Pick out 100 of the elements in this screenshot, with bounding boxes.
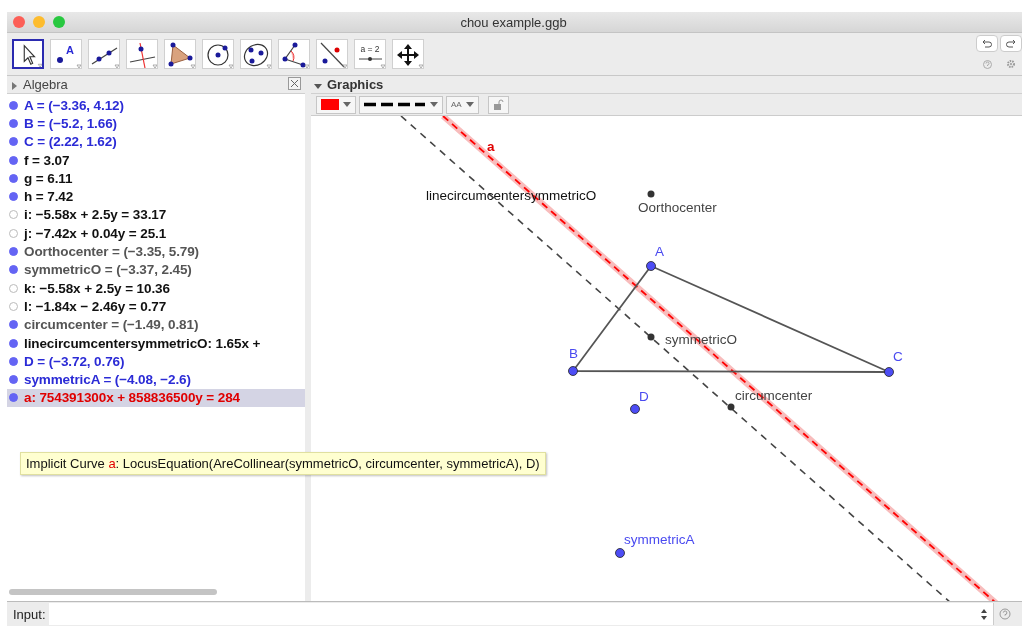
- input-label: Input:: [12, 606, 47, 622]
- visibility-dot[interactable]: [9, 228, 18, 238]
- point-label: circumcenter: [735, 388, 813, 403]
- algebra-item[interactable]: l: −1.84x − 2.46y = 0.77: [7, 297, 305, 316]
- algebra-text: i: −5.58x + 2.5y = 33.17: [24, 207, 167, 223]
- algebra-text: a: 754391300x + 858836500y = 284: [24, 390, 240, 406]
- algebra-text: Oorthocenter = (−3.35, 5.79): [24, 244, 200, 259]
- panel-title: Graphics: [327, 77, 384, 92]
- algebra-item[interactable]: j: −7.42x + 0.04y = 25.1: [7, 224, 305, 243]
- visibility-dot[interactable]: [9, 118, 18, 128]
- point[interactable]: [646, 261, 656, 271]
- point-label: B: [569, 346, 578, 361]
- line-style-button[interactable]: [359, 95, 443, 114]
- visibility-dot[interactable]: [9, 301, 18, 311]
- point[interactable]: [727, 403, 735, 411]
- settings-icon: [1006, 59, 1016, 69]
- tooltip: Implicit Curve a: LocusEquation(AreCollinear(symmetricO, circumcenter, symmetricA), D): [20, 452, 546, 475]
- algebra-text: symmetricA = (−4.08, −2.6): [24, 372, 191, 388]
- visibility-dot[interactable]: [9, 192, 18, 202]
- visibility-dot[interactable]: [9, 247, 18, 256]
- point[interactable]: [647, 190, 655, 198]
- point-label: C: [893, 349, 903, 364]
- point[interactable]: [884, 367, 894, 377]
- caret-icon: [430, 102, 438, 107]
- undo-icon: [982, 39, 992, 48]
- visibility-dot[interactable]: [9, 100, 18, 110]
- algebra-item[interactable]: symmetricO = (−3.37, 2.45): [7, 260, 305, 279]
- visibility-dot[interactable]: [9, 320, 18, 330]
- point-label: a: [487, 139, 495, 154]
- algebra-text: B = (−5.2, 1.66): [24, 115, 117, 131]
- algebra-item[interactable]: A = (−3.36, 4.12): [7, 96, 305, 115]
- tool-button[interactable]: a = 2: [354, 39, 386, 69]
- algebra-text: linecircumcentersymmetricO: 1.65x +: [24, 335, 261, 351]
- algebra-item[interactable]: f = 3.07: [7, 150, 305, 170]
- point[interactable]: [615, 548, 625, 558]
- visibility-dot[interactable]: [9, 155, 18, 165]
- redo-button[interactable]: [1000, 35, 1022, 52]
- algebra-text: k: −5.58x + 2.5y = 10.36: [24, 280, 170, 296]
- algebra-item[interactable]: i: −5.58x + 2.5y = 33.17: [7, 205, 305, 225]
- algebra-item[interactable]: Oorthocenter = (−3.35, 5.79): [7, 242, 305, 261]
- window-title: chou example.ggb: [460, 14, 568, 30]
- algebra-item[interactable]: B = (−5.2, 1.66): [7, 114, 305, 133]
- algebra-item[interactable]: symmetricA = (−4.08, −2.6): [7, 370, 305, 389]
- algebra-item[interactable]: D = (−3.72, 0.76): [7, 352, 305, 371]
- visibility-dot[interactable]: [9, 356, 18, 366]
- text-size-button[interactable]: AA: [446, 95, 479, 114]
- scrollbar-thumb[interactable]: [9, 589, 217, 595]
- algebra-item[interactable]: h = 7.42: [7, 187, 305, 206]
- panel-title: Algebra: [23, 77, 68, 92]
- caret-icon: [465, 102, 474, 107]
- algebra-item[interactable]: k: −5.58x + 2.5y = 10.36: [7, 278, 305, 298]
- expand-icon[interactable]: [10, 81, 18, 90]
- visibility-dot[interactable]: [9, 265, 18, 275]
- algebra-text: C = (2.22, 1.62): [24, 134, 117, 150]
- close-window-icon[interactable]: [13, 16, 25, 28]
- close-button[interactable]: [288, 77, 301, 90]
- tool-button[interactable]: [12, 39, 44, 69]
- algebra-text: A = (−3.36, 4.12): [24, 97, 124, 113]
- point-label: A: [655, 244, 664, 259]
- algebra-text: symmetricO = (−3.37, 2.45): [24, 262, 192, 278]
- help-icon: [999, 608, 1011, 620]
- visibility-dot[interactable]: [9, 393, 18, 403]
- algebra-item[interactable]: C = (2.22, 1.62): [7, 132, 305, 151]
- point-label: linecircumcentersymmetricO: [426, 188, 597, 203]
- algebra-text: h = 7.42: [24, 189, 74, 205]
- point[interactable]: [568, 366, 578, 376]
- tool-button[interactable]: A: [50, 39, 82, 69]
- collapse-icon[interactable]: [314, 81, 322, 90]
- input-field[interactable]: [48, 603, 994, 625]
- redo-icon: [1006, 39, 1016, 48]
- point[interactable]: [630, 404, 640, 414]
- color-button[interactable]: [316, 95, 356, 114]
- algebra-text: l: −1.84x − 2.46y = 0.77: [24, 298, 167, 314]
- visibility-dot[interactable]: [9, 210, 18, 220]
- visibility-dot[interactable]: [9, 375, 18, 385]
- algebra-text: f = 3.07: [24, 152, 70, 168]
- algebra-item[interactable]: g = 6.11: [7, 169, 305, 188]
- close-icon: [290, 79, 299, 88]
- algebra-text: circumcenter = (−1.49, 0.81): [24, 317, 199, 333]
- algebra-text: D = (−3.72, 0.76): [24, 353, 125, 369]
- visibility-dot[interactable]: [9, 137, 18, 147]
- visibility-dot[interactable]: [9, 338, 18, 348]
- caret-icon: [343, 102, 351, 107]
- point[interactable]: [647, 333, 655, 341]
- help-icon: [982, 59, 992, 69]
- spinner-icon[interactable]: [981, 608, 987, 620]
- visibility-dot[interactable]: [9, 283, 18, 293]
- undo-button[interactable]: [976, 35, 998, 52]
- point-label: D: [639, 389, 649, 404]
- algebra-text: g = 6.11: [24, 170, 73, 186]
- visibility-dot[interactable]: [9, 173, 18, 183]
- unlock-icon: [492, 99, 504, 110]
- point-label: symmetricA: [624, 532, 695, 547]
- dashed-line-icon: [364, 102, 426, 107]
- lock-button[interactable]: [487, 95, 509, 114]
- point-label: symmetricO: [665, 332, 737, 347]
- perpendicular-tool-icon: [127, 40, 157, 68]
- algebra-item[interactable]: linecircumcentersymmetricO: 1.65x +: [7, 333, 305, 353]
- algebra-item[interactable]: circumcenter = (−1.49, 0.81): [7, 315, 305, 334]
- point-label: Oorthocenter: [638, 200, 717, 215]
